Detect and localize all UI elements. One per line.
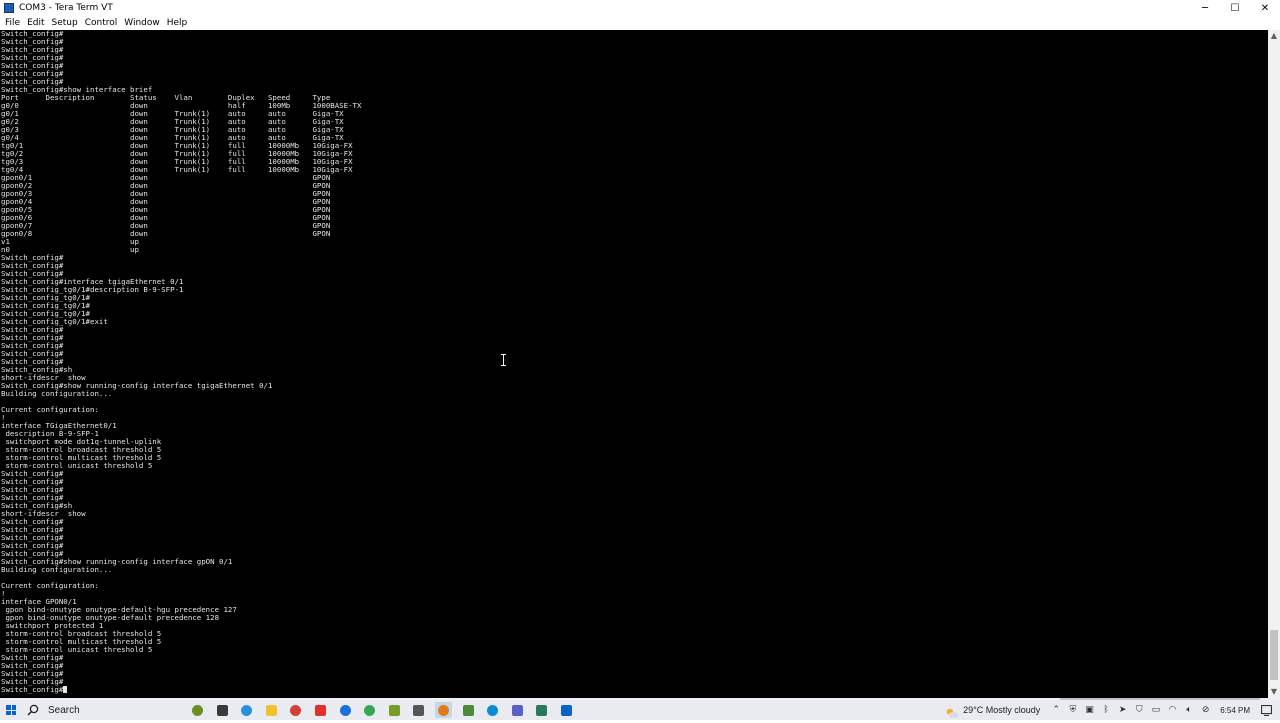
blue-globe-icon[interactable]	[337, 702, 354, 718]
title-bar: COM3 - Tera Term VT ─ ☐ ✕	[0, 0, 1280, 16]
taskbar-apps	[189, 702, 583, 718]
text-cursor-icon	[501, 354, 506, 366]
terminal-line: Switch_config#	[1, 686, 361, 694]
security-tray-icon[interactable]: ⛨	[1067, 704, 1079, 716]
search-icon	[26, 703, 40, 717]
windows-logo-icon	[6, 705, 16, 715]
window-title: COM3 - Tera Term VT	[19, 3, 113, 13]
outlook-icon[interactable]	[558, 702, 575, 718]
weather-icon[interactable]	[945, 704, 959, 718]
app-glyph	[560, 704, 572, 716]
app-glyph	[437, 704, 449, 716]
start-button[interactable]	[0, 700, 22, 720]
scroll-down-icon[interactable]: ▼	[1268, 686, 1280, 698]
network-tray-icon[interactable]: ▣	[1083, 704, 1095, 716]
app-glyph	[462, 704, 474, 716]
app-glyph	[290, 704, 302, 716]
terminal-line: Current configuration:	[1, 581, 99, 590]
clock[interactable]: 6:54 PM	[1220, 706, 1250, 715]
teams-icon[interactable]	[509, 702, 526, 718]
terminal-line: Current configuration:	[1, 405, 99, 414]
shield-app-icon[interactable]	[287, 702, 304, 718]
notifications-icon[interactable]	[1260, 704, 1272, 716]
copilot-icon[interactable]	[238, 702, 255, 718]
minimize-button[interactable]: ─	[1190, 0, 1220, 16]
app-glyph	[192, 704, 203, 716]
system-tray: 29°C Mostly cloudy ⌃ ⛨ ▣ ᛒ ➤ ⛉ ▭ ◠ 🔈︎ ⊘ 6:54 PM	[945, 700, 1280, 720]
keyboard-app-icon[interactable]	[410, 702, 427, 718]
window-controls: ─ ☐ ✕	[1190, 0, 1280, 16]
app-glyph	[314, 704, 326, 716]
app-glyph	[241, 704, 253, 716]
show-hidden-icons-icon[interactable]: ⌃	[1050, 704, 1062, 716]
scroll-up-icon[interactable]: ▲	[1268, 30, 1280, 42]
edge-icon[interactable]	[484, 702, 501, 718]
vertical-scrollbar[interactable]: ▲ ▼	[1268, 30, 1280, 698]
battery-tray-icon[interactable]: ▭	[1150, 704, 1162, 716]
menu-setup[interactable]: Setup	[52, 18, 78, 28]
terminal-line: Building configuration...	[1, 565, 113, 574]
terminal-output: Switch_config# Switch_config# Switch_confi…	[1, 30, 361, 694]
paint-icon[interactable]	[533, 702, 550, 718]
app-glyph	[413, 704, 425, 716]
red-app-icon[interactable]	[312, 702, 329, 718]
file-explorer-icon[interactable]	[263, 702, 280, 718]
location-tray-icon[interactable]: ➤	[1117, 704, 1129, 716]
taskbar-search[interactable]: Search	[26, 700, 161, 720]
tera-term-icon[interactable]	[434, 702, 452, 718]
wifi-tray-icon[interactable]: ◠	[1166, 704, 1178, 716]
menu-file[interactable]: File	[5, 18, 20, 28]
terminal-screen[interactable]: Switch_config# Switch_config# Switch_confi…	[0, 30, 1268, 698]
menu-edit[interactable]: Edit	[27, 18, 44, 28]
menu-control[interactable]: Control	[85, 18, 118, 28]
bluetooth-tray-icon[interactable]: ᛒ	[1100, 704, 1112, 716]
muted-tray-icon[interactable]: ⊘	[1200, 704, 1212, 716]
weather-text[interactable]: 29°C Mostly cloudy	[963, 705, 1040, 715]
tera-term-app-icon[interactable]	[4, 3, 14, 13]
close-button[interactable]: ✕	[1250, 0, 1280, 16]
menu-window[interactable]: Window	[124, 18, 160, 28]
app-glyph	[339, 704, 351, 716]
terminal-line: Building configuration...	[1, 389, 113, 398]
app-glyph	[216, 704, 228, 716]
search-label: Search	[48, 704, 80, 716]
menu-bar: File Edit Setup Control Window Help	[0, 16, 1280, 30]
shield-tray-icon[interactable]: ⛉	[1133, 704, 1145, 716]
app-glyph	[388, 704, 400, 716]
app-glyph	[265, 704, 277, 716]
volume-tray-icon[interactable]: 🔈︎	[1183, 704, 1195, 716]
app-glyph	[536, 704, 548, 716]
tray-icons: ⌃ ⛨ ▣ ᛒ ➤ ⛉ ▭ ◠ 🔈︎ ⊘	[1050, 704, 1216, 716]
app-glyph	[364, 704, 376, 716]
notepad-icon[interactable]	[460, 702, 477, 718]
task-view-icon[interactable]	[214, 702, 231, 718]
chrome-icon[interactable]	[361, 702, 378, 718]
terminal-cursor	[63, 686, 68, 693]
maximize-button[interactable]: ☐	[1220, 0, 1250, 16]
app-glyph	[511, 704, 523, 716]
scrollbar-thumb[interactable]	[1270, 630, 1278, 680]
menu-help[interactable]: Help	[167, 18, 188, 28]
notes-app-icon[interactable]	[386, 702, 403, 718]
app-glyph	[487, 704, 499, 716]
bike-app-icon[interactable]	[189, 702, 206, 718]
